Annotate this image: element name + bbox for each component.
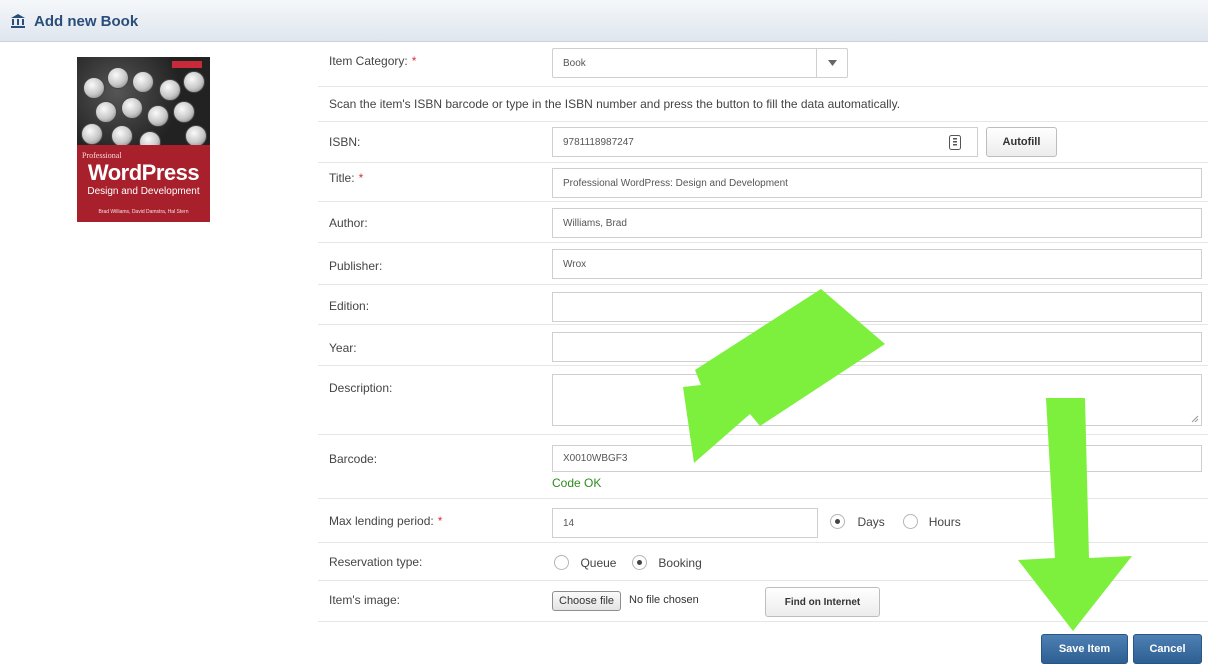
radio-booking-label: Booking [658, 555, 702, 570]
edition-label: Edition: [329, 299, 370, 313]
row-barcode: Barcode: X0010WBGF3 Code OK [318, 435, 1208, 499]
barcode-label: Barcode: [329, 452, 378, 466]
radio-queue[interactable] [554, 555, 569, 571]
row-item-category: Item Category: * Book [318, 43, 1208, 87]
radio-hours-label: Hours [928, 514, 961, 529]
row-item-image: Item's image: Choose file No file chosen… [318, 581, 1208, 622]
author-label: Author: [329, 216, 368, 230]
radio-hours[interactable] [903, 514, 919, 530]
author-value: Williams, Brad [563, 217, 627, 229]
resize-handle-icon[interactable] [1191, 415, 1199, 423]
isbn-input[interactable]: 9781118987247 [552, 127, 978, 157]
year-label: Year: [329, 341, 357, 355]
row-isbn: ISBN: 9781118987247 Autofill [318, 122, 1208, 163]
item-category-value: Book [563, 57, 586, 69]
choose-file-button[interactable]: Choose file [552, 591, 622, 611]
item-category-select[interactable]: Book [552, 48, 848, 78]
row-description: Description: [318, 366, 1208, 435]
cover-edition-tag [172, 61, 202, 68]
row-author: Author: Williams, Brad [318, 202, 1208, 243]
radio-booking[interactable] [631, 555, 647, 571]
max-lending-label: Max lending period: * [329, 514, 443, 528]
library-icon [11, 14, 25, 28]
row-title: Title: * Professional WordPress: Design a… [318, 163, 1208, 202]
chevron-down-icon[interactable] [828, 60, 837, 66]
page-title-text: Add new Book [34, 12, 139, 30]
required-marker: * [358, 171, 364, 185]
cancel-button[interactable]: Cancel [1133, 634, 1202, 664]
row-publisher: Publisher: Wrox [318, 243, 1208, 285]
edition-input[interactable] [552, 292, 1202, 322]
title-value: Professional WordPress: Design and Devel… [563, 177, 788, 189]
reservation-radios: Queue Booking [554, 554, 702, 572]
autofill-button[interactable]: Autofill [986, 127, 1057, 157]
barcode-input[interactable]: X0010WBGF3 [552, 445, 1202, 472]
row-max-lending: Max lending period: * 14 Days Hours [318, 499, 1208, 543]
book-cover-image: Professional WordPress Design and Develo… [77, 57, 210, 222]
max-lending-value: 14 [563, 517, 575, 529]
cover-authors: Brad Williams, David Damstra, Hal Stern [98, 209, 189, 215]
page-title: Add new Book [10, 11, 138, 31]
barcode-value: X0010WBGF3 [563, 453, 628, 464]
barcode-status: Code OK [552, 476, 602, 490]
select-divider [816, 49, 817, 77]
isbn-value: 9781118987247 [563, 136, 634, 148]
author-input[interactable]: Williams, Brad [552, 208, 1202, 238]
row-edition: Edition: [318, 285, 1208, 325]
description-textarea[interactable] [552, 374, 1202, 426]
no-file-text: No file chosen [629, 594, 699, 606]
reservation-label: Reservation type: [329, 555, 423, 569]
radio-queue-label: Queue [580, 555, 617, 570]
cover-label: Professional [82, 151, 122, 160]
title-input[interactable]: Professional WordPress: Design and Devel… [552, 168, 1202, 198]
lending-unit-radios: Days Hours [830, 513, 961, 531]
radio-days[interactable] [830, 514, 845, 530]
publisher-value: Wrox [563, 258, 587, 270]
radio-days-label: Days [857, 514, 885, 529]
row-scan-hint: Scan the item's ISBN barcode or type in … [318, 87, 1208, 122]
description-label: Description: [329, 381, 393, 395]
row-year: Year: [318, 325, 1208, 366]
title-label: Title: * [329, 171, 364, 185]
save-item-button[interactable]: Save Item [1041, 634, 1128, 664]
cover-title: WordPress [87, 160, 200, 185]
required-marker: * [437, 514, 443, 528]
category-label: Item Category: * [329, 54, 417, 68]
scan-hint-text: Scan the item's ISBN barcode or type in … [329, 97, 901, 111]
cover-subtitle: Design and Development [87, 186, 200, 197]
row-reservation: Reservation type: Queue Booking [318, 543, 1208, 581]
required-marker: * [411, 54, 417, 68]
isbn-label: ISBN: [329, 135, 361, 149]
publisher-input[interactable]: Wrox [552, 249, 1202, 279]
year-input[interactable] [552, 332, 1202, 362]
item-image-label: Item's image: [329, 593, 400, 607]
find-on-internet-button[interactable]: Find on Internet [765, 587, 880, 617]
max-lending-input[interactable]: 14 [552, 508, 818, 538]
barcode-scan-icon[interactable] [949, 135, 961, 150]
publisher-label: Publisher: [329, 259, 383, 273]
panel-header: Add new Book [0, 0, 1208, 42]
cover-typewriter-keys [77, 57, 210, 153]
